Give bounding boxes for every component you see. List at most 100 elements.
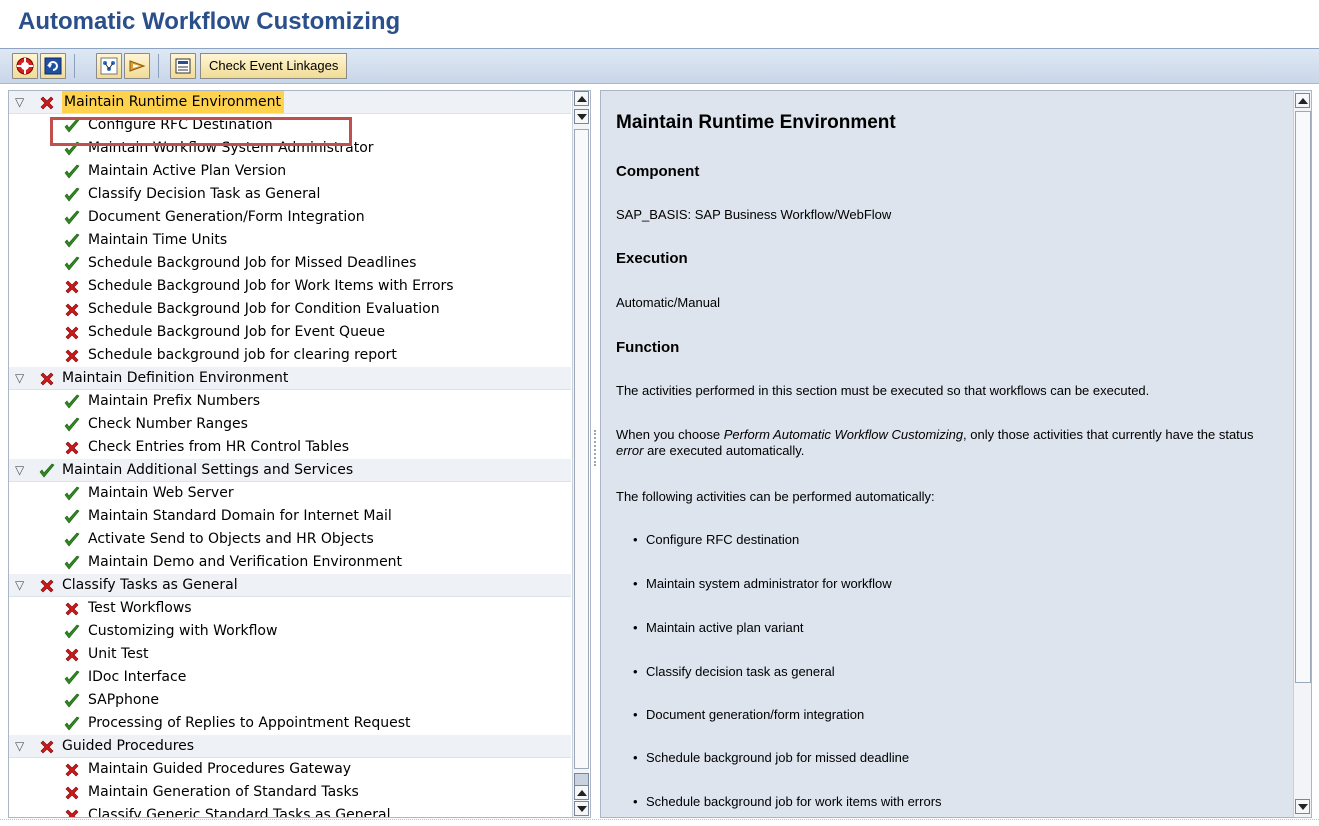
tree-item[interactable]: Maintain Standard Domain for Internet Ma…: [9, 505, 571, 528]
tree-item[interactable]: Maintain Prefix Numbers: [9, 390, 571, 413]
collapse-triangle-icon[interactable]: ▽: [15, 367, 24, 389]
tree-item[interactable]: Maintain Active Plan Version: [9, 160, 571, 183]
scrollbar-thumb[interactable]: [574, 129, 589, 769]
pane-splitter[interactable]: [592, 90, 599, 818]
error-x-icon: [64, 785, 80, 801]
tree-item-label[interactable]: Maintain Time Units: [88, 229, 227, 251]
tree-group-node[interactable]: ▽ Guided Procedures: [9, 735, 571, 758]
collapse-triangle-icon[interactable]: ▽: [15, 91, 24, 113]
toolbar: Check Event Linkages: [0, 49, 1319, 84]
tree-item[interactable]: Check Number Ranges: [9, 413, 571, 436]
tree-item-label[interactable]: Document Generation/Form Integration: [88, 206, 365, 228]
tree-item-label[interactable]: Maintain Additional Settings and Service…: [62, 459, 353, 481]
tree-item-label[interactable]: Schedule Background Job for Event Queue: [88, 321, 385, 343]
tree-item[interactable]: IDoc Interface: [9, 666, 571, 689]
documentation-content: Maintain Runtime Environment Component S…: [601, 91, 1291, 817]
tree-item-label[interactable]: Guided Procedures: [62, 735, 194, 757]
activity-tree: ▽ Maintain Runtime Environment Configure R…: [9, 91, 571, 817]
tree-item-label[interactable]: Maintain Runtime Environment: [62, 91, 285, 113]
tree-scrollbar[interactable]: [572, 91, 589, 817]
tree-item-label[interactable]: Classify Tasks as General: [62, 574, 238, 596]
tree-item[interactable]: Classify Generic Standard Tasks as Gener…: [9, 804, 571, 817]
tree-item[interactable]: Maintain Web Server: [9, 482, 571, 505]
doc-scrollbar[interactable]: [1293, 91, 1311, 817]
refresh-button[interactable]: [40, 53, 66, 79]
tree-item[interactable]: Processing of Replies to Appointment Req…: [9, 712, 571, 735]
tree-item-label[interactable]: Activate Send to Objects and HR Objects: [88, 528, 374, 550]
doc-bullet-item: Classify decision task as general: [633, 664, 835, 679]
tree-item[interactable]: SAPphone: [9, 689, 571, 712]
scroll-up-button[interactable]: [574, 91, 589, 106]
tree-item[interactable]: Classify Decision Task as General: [9, 183, 571, 206]
arrow-down-icon: [1298, 804, 1308, 810]
perform-automatic-customizing-button[interactable]: [12, 53, 38, 79]
scroll-down-button[interactable]: [574, 109, 589, 124]
collapse-triangle-icon[interactable]: ▽: [15, 735, 24, 757]
tree-item-label[interactable]: Schedule background job for clearing rep…: [88, 344, 397, 366]
tree-item[interactable]: Maintain Guided Procedures Gateway: [9, 758, 571, 781]
tree-item[interactable]: Maintain Demo and Verification Environme…: [9, 551, 571, 574]
tree-item-label[interactable]: Maintain Demo and Verification Environme…: [88, 551, 402, 573]
scrollbar-thumb[interactable]: [1295, 111, 1311, 683]
tree-item[interactable]: Document Generation/Form Integration: [9, 206, 571, 229]
tree-item-label[interactable]: Classify Decision Task as General: [88, 183, 320, 205]
doc-bullet-item: Maintain active plan variant: [633, 620, 803, 635]
tree-item-label[interactable]: Maintain Prefix Numbers: [88, 390, 260, 412]
tree-item-label[interactable]: Maintain Guided Procedures Gateway: [88, 758, 351, 780]
tree-item[interactable]: Schedule Background Job for Event Queue: [9, 321, 571, 344]
tree-item[interactable]: Maintain Time Units: [9, 229, 571, 252]
tree-item-label[interactable]: Schedule Background Job for Work Items w…: [88, 275, 454, 297]
checkmark-icon: [64, 164, 80, 180]
tree-item-label[interactable]: Maintain Active Plan Version: [88, 160, 286, 182]
tree-item-label[interactable]: Unit Test: [88, 643, 149, 665]
tree-item-label[interactable]: Maintain Web Server: [88, 482, 234, 504]
tree-group-node[interactable]: ▽ Maintain Definition Environment: [9, 367, 571, 390]
tree-item[interactable]: Test Workflows: [9, 597, 571, 620]
checkmark-icon: [39, 463, 55, 479]
function-paragraph-2: When you choose Perform Automatic Workfl…: [616, 427, 1281, 459]
tree-group-node[interactable]: ▽ Classify Tasks as General: [9, 574, 571, 597]
error-x-icon: [64, 325, 80, 341]
tree-item[interactable]: Maintain Generation of Standard Tasks: [9, 781, 571, 804]
document-button[interactable]: [170, 53, 196, 79]
tree-item-label[interactable]: Customizing with Workflow: [88, 620, 277, 642]
tree-item[interactable]: Check Entries from HR Control Tables: [9, 436, 571, 459]
splitter-grip[interactable]: [594, 430, 596, 466]
tree-item-label[interactable]: Check Entries from HR Control Tables: [88, 436, 349, 458]
tree-item-label[interactable]: Schedule Background Job for Condition Ev…: [88, 298, 440, 320]
scroll-up-button[interactable]: [1295, 93, 1310, 108]
tree-item-label[interactable]: IDoc Interface: [88, 666, 186, 688]
collapse-triangle-icon[interactable]: ▽: [15, 459, 24, 481]
tree-group-node[interactable]: ▽ Maintain Runtime Environment: [9, 91, 571, 114]
expand-button[interactable]: [124, 53, 150, 79]
tree-item[interactable]: Unit Test: [9, 643, 571, 666]
component-heading: Component: [616, 163, 700, 180]
toolbar-separator: [158, 54, 159, 78]
annotation-highlight-box: [50, 117, 352, 146]
collapse-triangle-icon[interactable]: ▽: [15, 574, 24, 596]
tree-item-label[interactable]: Processing of Replies to Appointment Req…: [88, 712, 411, 734]
tree-item-label[interactable]: Schedule Background Job for Missed Deadl…: [88, 252, 416, 274]
tree-group-node[interactable]: ▽ Maintain Additional Settings and Servic…: [9, 459, 571, 482]
emphasis-text: error: [616, 443, 644, 458]
tree-item[interactable]: Schedule Background Job for Missed Deadl…: [9, 252, 571, 275]
checkmark-icon: [64, 187, 80, 203]
tree-item-label[interactable]: SAPphone: [88, 689, 159, 711]
tree-item-label[interactable]: Maintain Definition Environment: [62, 367, 288, 389]
tree-item-label[interactable]: Check Number Ranges: [88, 413, 248, 435]
hierarchy-button[interactable]: [96, 53, 122, 79]
scroll-down-button[interactable]: [1295, 799, 1310, 814]
tree-item-label[interactable]: Test Workflows: [88, 597, 192, 619]
scroll-down-button[interactable]: [574, 801, 589, 816]
tree-item[interactable]: Customizing with Workflow: [9, 620, 571, 643]
tree-item[interactable]: Schedule Background Job for Condition Ev…: [9, 298, 571, 321]
tree-item[interactable]: Activate Send to Objects and HR Objects: [9, 528, 571, 551]
tree-item[interactable]: Schedule Background Job for Work Items w…: [9, 275, 571, 298]
scroll-up-button[interactable]: [574, 785, 589, 800]
tree-item-label[interactable]: Maintain Standard Domain for Internet Ma…: [88, 505, 392, 527]
tree-item[interactable]: Schedule background job for clearing rep…: [9, 344, 571, 367]
check-event-linkages-button[interactable]: Check Event Linkages: [200, 53, 348, 79]
tree-item-label[interactable]: Classify Generic Standard Tasks as Gener…: [88, 804, 390, 817]
arrow-up-icon: [1298, 98, 1308, 104]
tree-item-label[interactable]: Maintain Generation of Standard Tasks: [88, 781, 359, 803]
